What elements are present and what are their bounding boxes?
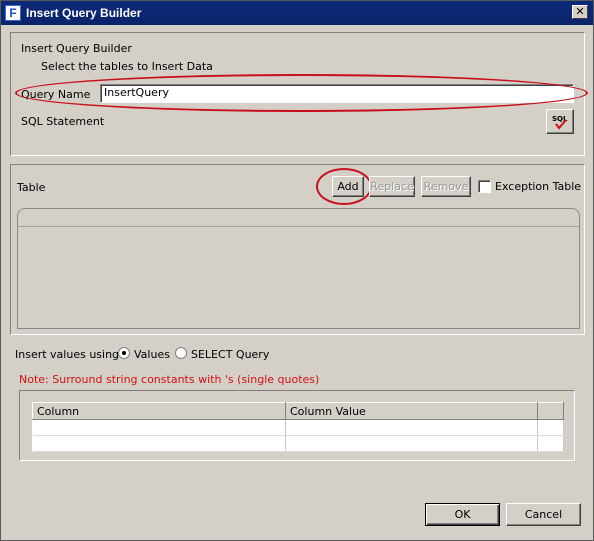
grid-cell[interactable]: [285, 435, 538, 452]
table-list-header-strip: [18, 226, 579, 227]
close-button[interactable]: ✕: [572, 5, 588, 19]
single-quote-note: Note: Surround string constants with 's …: [19, 373, 320, 386]
insert-values-label: Insert values using: [15, 348, 120, 361]
query-panel: Insert Query Builder Select the tables t…: [10, 32, 588, 156]
insert-query-builder-dialog: F Insert Query Builder ✕ Insert Query Bu…: [0, 0, 594, 541]
sql-statement-button[interactable]: SQL: [546, 109, 574, 134]
panel-heading: Insert Query Builder: [21, 42, 132, 55]
grid-header-column[interactable]: Column: [32, 402, 286, 420]
table-panel: Table Add Replace Remove Exception Table: [10, 164, 585, 335]
ok-button[interactable]: OK: [425, 503, 500, 526]
query-name-label: Query Name: [21, 88, 91, 101]
grid-cell[interactable]: [32, 419, 286, 436]
grid-header-spacer: [537, 402, 564, 420]
table-label: Table: [17, 181, 46, 194]
window-title: Insert Query Builder: [26, 6, 142, 20]
grid-cell[interactable]: [285, 419, 538, 436]
sql-check-icon: SQL: [552, 115, 568, 130]
sql-statement-label: SQL Statement: [21, 115, 105, 128]
cancel-button[interactable]: Cancel: [506, 503, 581, 526]
query-name-input[interactable]: InsertQuery: [100, 84, 574, 103]
values-grid-panel: Column Column Value: [19, 390, 575, 461]
remove-button[interactable]: Remove: [421, 176, 471, 197]
values-radio[interactable]: [118, 347, 130, 359]
select-query-radio[interactable]: [175, 347, 187, 359]
add-button[interactable]: Add: [332, 176, 364, 197]
values-grid[interactable]: Column Column Value: [32, 402, 564, 452]
app-logo-icon: F: [5, 5, 21, 21]
select-query-radio-label: SELECT Query: [191, 348, 270, 361]
replace-button[interactable]: Replace: [369, 176, 415, 197]
grid-cell: [537, 435, 564, 452]
table-row[interactable]: [32, 435, 564, 452]
table-row[interactable]: [32, 419, 564, 436]
exception-table-label: Exception Table: [495, 180, 582, 193]
panel-subheading: Select the tables to Insert Data: [41, 60, 213, 73]
exception-table-checkbox[interactable]: [478, 180, 491, 193]
grid-cell: [537, 419, 564, 436]
grid-header-column-value[interactable]: Column Value: [285, 402, 538, 420]
grid-header-row: Column Column Value: [32, 402, 564, 420]
table-list-area[interactable]: [17, 208, 580, 329]
grid-cell[interactable]: [32, 435, 286, 452]
values-radio-label: Values: [134, 348, 170, 361]
title-bar[interactable]: F Insert Query Builder ✕: [1, 1, 593, 25]
